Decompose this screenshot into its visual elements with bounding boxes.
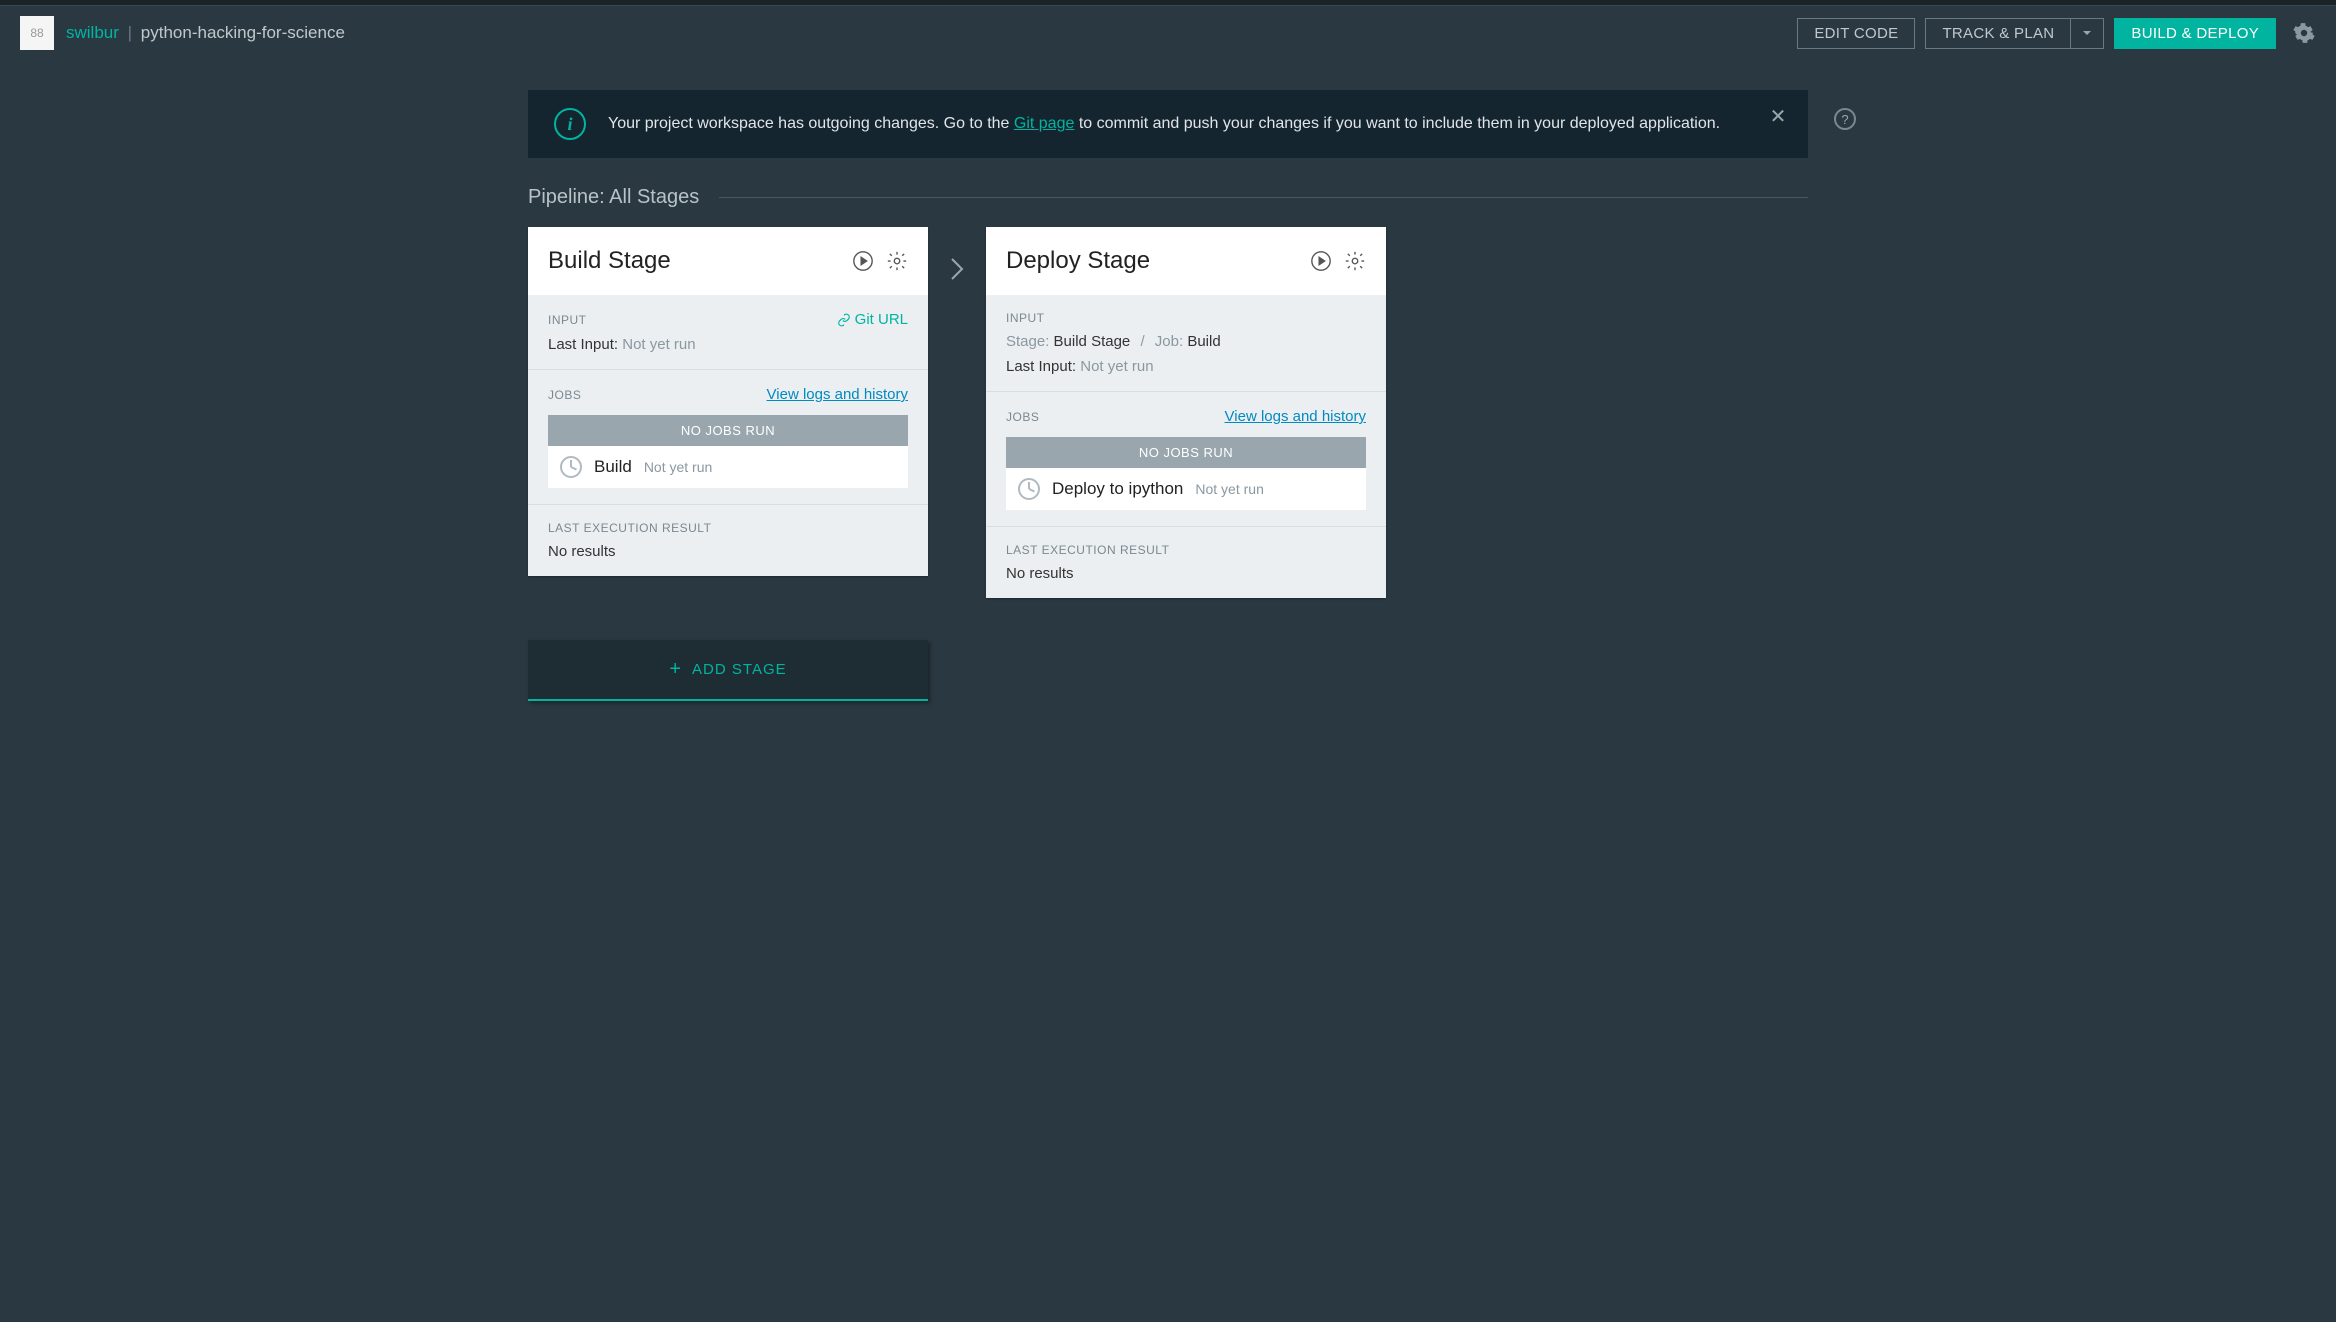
chevron-right-icon (948, 255, 966, 283)
last-exec-value: No results (548, 543, 908, 560)
input-label: INPUT (548, 313, 587, 327)
question-icon: ? (1841, 112, 1848, 127)
add-stage-button[interactable]: + ADD STAGE (528, 640, 928, 701)
pipeline-title: Pipeline: All Stages (528, 186, 699, 209)
stage-arrow (942, 227, 972, 283)
track-plan-button[interactable]: TRACK & PLAN (1925, 18, 2070, 49)
gear-icon (1344, 250, 1366, 272)
last-exec-value: No results (1006, 565, 1366, 582)
play-icon (852, 250, 874, 272)
app-icon: 88 (20, 16, 54, 50)
last-exec-label: LAST EXECUTION RESULT (548, 521, 908, 535)
stage-card-build: Build Stage INPUT (528, 227, 928, 576)
breadcrumb-project[interactable]: python-hacking-for-science (141, 23, 345, 42)
job-row[interactable]: Build Not yet run (548, 446, 908, 488)
gear-icon (886, 250, 908, 272)
header-actions: EDIT CODE TRACK & PLAN BUILD & DEPLOY (1797, 18, 2316, 49)
jobs-label: JOBS (548, 388, 581, 402)
build-deploy-button[interactable]: BUILD & DEPLOY (2114, 18, 2276, 49)
view-logs-link[interactable]: View logs and history (1225, 408, 1366, 425)
notice-text: Your project workspace has outgoing chan… (608, 115, 1720, 133)
input-section: INPUT Stage: Build Stage / Job: Build La… (986, 295, 1386, 392)
run-stage-button[interactable] (1310, 250, 1332, 272)
job-status: Not yet run (644, 459, 712, 475)
run-stage-button[interactable] (852, 250, 874, 272)
pipeline-title-row: Pipeline: All Stages (528, 186, 1808, 209)
input-section: INPUT Git URL Last Input: Not yet run (528, 295, 928, 370)
stage-settings-button[interactable] (1344, 250, 1366, 272)
git-url-link[interactable]: Git URL (837, 311, 908, 328)
git-page-link[interactable]: Git page (1014, 115, 1074, 132)
play-icon (1310, 250, 1332, 272)
last-exec-section: LAST EXECUTION RESULT No results (986, 527, 1386, 598)
edit-code-button[interactable]: EDIT CODE (1797, 18, 1915, 49)
stage-settings-button[interactable] (886, 250, 908, 272)
main-container: ? i Your project workspace has outgoing … (528, 90, 1808, 741)
plus-icon: + (669, 658, 682, 681)
stage-title: Build Stage (548, 247, 840, 275)
chevron-down-icon (2081, 27, 2093, 39)
divider (719, 197, 1808, 198)
link-icon (837, 313, 851, 327)
stage-header: Deploy Stage (986, 227, 1386, 295)
stage-card-deploy: Deploy Stage INPUT S (986, 227, 1386, 598)
clock-icon (560, 456, 582, 478)
track-plan-dropdown[interactable] (2070, 18, 2104, 49)
input-stage-job-line: Stage: Build Stage / Job: Build (1006, 333, 1366, 350)
breadcrumb-separator: | (128, 23, 132, 42)
breadcrumb: swilbur | python-hacking-for-science (66, 23, 345, 43)
app-header: 88 swilbur | python-hacking-for-science … (0, 6, 2336, 60)
stage-title: Deploy Stage (1006, 247, 1298, 275)
job-status: Not yet run (1195, 481, 1263, 497)
job-name: Deploy to ipython (1052, 479, 1183, 499)
close-icon: ✕ (1770, 104, 1787, 129)
input-label: INPUT (1006, 311, 1045, 325)
notice-banner: i Your project workspace has outgoing ch… (528, 90, 1808, 158)
notice-close-button[interactable]: ✕ (1768, 106, 1788, 126)
gear-icon (2293, 22, 2315, 44)
jobs-section: JOBS View logs and history NO JOBS RUN B… (528, 370, 928, 505)
last-input-line: Last Input: Not yet run (548, 336, 908, 353)
jobs-label: JOBS (1006, 410, 1039, 424)
last-exec-section: LAST EXECUTION RESULT No results (528, 505, 928, 576)
last-exec-label: LAST EXECUTION RESULT (1006, 543, 1366, 557)
breadcrumb-user[interactable]: swilbur (66, 23, 119, 42)
stage-header: Build Stage (528, 227, 928, 295)
settings-button[interactable] (2292, 21, 2316, 45)
jobs-section: JOBS View logs and history NO JOBS RUN D… (986, 392, 1386, 527)
no-jobs-banner: NO JOBS RUN (548, 415, 908, 446)
view-logs-link[interactable]: View logs and history (767, 386, 908, 403)
job-name: Build (594, 457, 632, 477)
no-jobs-banner: NO JOBS RUN (1006, 437, 1366, 468)
info-icon: i (554, 108, 586, 140)
help-button[interactable]: ? (1834, 108, 1856, 130)
job-row[interactable]: Deploy to ipython Not yet run (1006, 468, 1366, 510)
stages-row: Build Stage INPUT (528, 227, 1808, 598)
last-input-line: Last Input: Not yet run (1006, 358, 1366, 375)
clock-icon (1018, 478, 1040, 500)
